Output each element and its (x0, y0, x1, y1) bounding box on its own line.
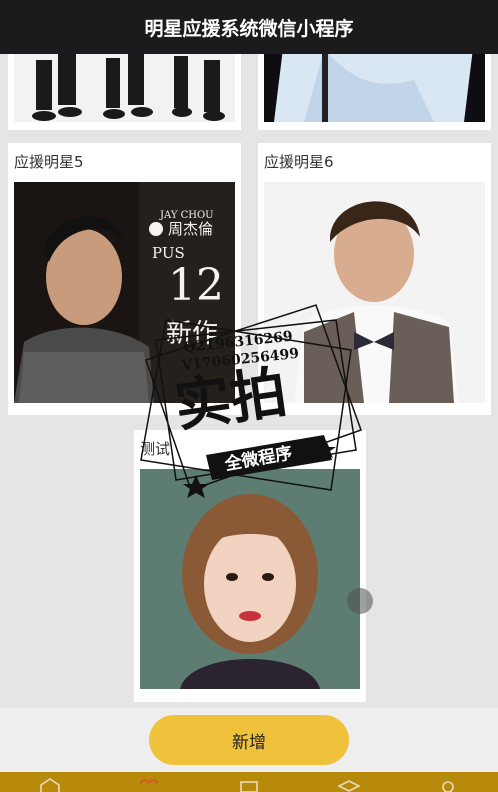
star-card[interactable] (258, 54, 491, 130)
star-card-6[interactable]: 应援明星6 (258, 143, 491, 415)
star-card-test[interactable]: 测试 (134, 430, 366, 702)
star-name: 测试 (140, 440, 171, 458)
calendar-icon[interactable] (238, 778, 260, 792)
heart-icon[interactable] (138, 778, 160, 792)
star-photo (140, 469, 360, 689)
user-icon[interactable] (437, 778, 459, 792)
poster-text: 周杰倫 (168, 220, 213, 238)
star-photo (264, 182, 485, 403)
poster-text: 12 (168, 260, 224, 311)
star-name: 应援明星6 (264, 153, 334, 171)
action-bar: 新增 (0, 708, 498, 772)
add-button[interactable]: 新增 (149, 715, 349, 765)
graduation-icon[interactable] (337, 778, 360, 792)
scroll-handle[interactable] (347, 588, 373, 614)
star-card-5[interactable]: 应援明星5 JAY CHOU 周杰倫 PUS 12 新作 (8, 143, 241, 415)
star-photo: JAY CHOU 周杰倫 PUS 12 新作 (14, 182, 235, 403)
star-photo (264, 54, 485, 122)
star-name: 应援明星5 (14, 153, 84, 171)
star-card[interactable] (8, 54, 241, 130)
page-title: 明星应援系统微信小程序 (0, 0, 498, 54)
tab-bar (0, 772, 498, 792)
home-icon[interactable] (39, 778, 61, 792)
star-list: 应援明星5 JAY CHOU 周杰倫 PUS 12 新作 应援明星6 测试 (0, 54, 498, 708)
poster-text: 新作 (166, 319, 218, 349)
star-photo (14, 54, 235, 122)
